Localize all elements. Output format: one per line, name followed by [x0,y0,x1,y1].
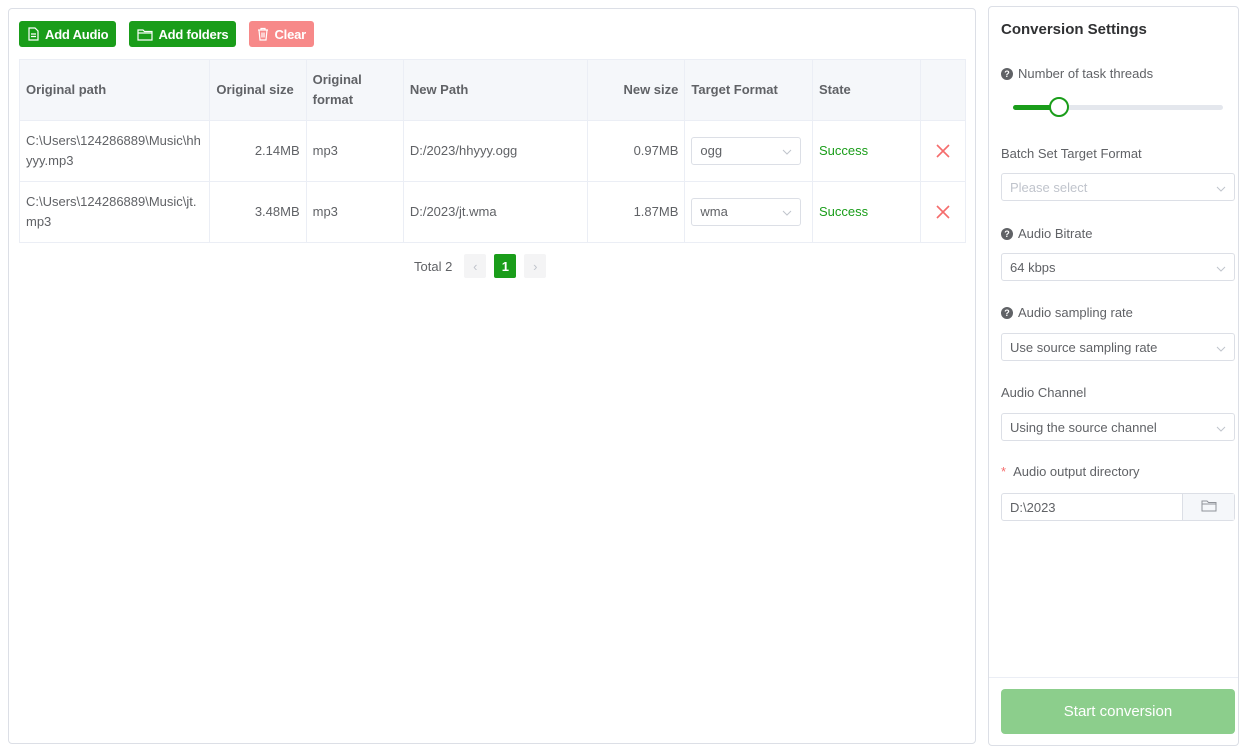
bitrate-select[interactable]: 64 kbps [1001,253,1235,281]
channel-value: Using the source channel [1010,419,1157,435]
question-icon[interactable]: ? [1001,306,1013,319]
target-format-select[interactable]: ogg [691,137,802,165]
original-path-cell: C:\Users\124286889\Music\hhyyy.mp3 [18,120,211,182]
folder-open-icon [1201,499,1217,515]
channel-label-text: Audio Channel [1001,385,1087,400]
clear-button[interactable]: Clear [249,21,314,47]
table-row: C:\Users\124286889\Music\hhyyy.mp3 2.14M… [18,120,966,182]
chevron-right-icon: › [533,258,538,274]
chevron-down-icon [1216,340,1226,355]
original-size-cell: 2.14MB [209,120,307,182]
next-page-button[interactable]: › [524,254,547,278]
column-header-actions [920,59,966,121]
table-row: C:\Users\124286889\Music\jt.mp3 3.48MB m… [18,181,966,243]
bitrate-label-text: Audio Bitrate [1018,226,1093,241]
target-format-value: wma [700,204,728,219]
question-icon[interactable]: ? [1001,227,1013,240]
chevron-left-icon: ‹ [473,258,478,274]
column-header-original-size: Original size [209,59,307,121]
threads-label-text: Number of task threads [1018,66,1154,81]
batch-format-select[interactable]: Please select [1001,173,1235,201]
original-format-cell: mp3 [305,120,404,182]
chevron-down-icon [782,202,792,222]
target-format-value: ogg [700,143,723,158]
target-format-cell: ogg [684,120,813,182]
settings-panel: Conversion Settings ? Number of task thr… [988,6,1239,746]
original-format-cell: mp3 [305,181,404,243]
trash-icon [257,27,269,41]
actions-cell [920,181,966,243]
add-audio-button[interactable]: Add Audio [19,21,117,47]
column-header-original-format: Original format [305,59,404,121]
sampling-value: Use source sampling rate [1010,339,1158,355]
add-folders-button[interactable]: Add folders [129,21,237,47]
chevron-down-icon [1216,180,1226,195]
bitrate-label: ? Audio Bitrate [1001,226,1092,241]
column-header-new-path: New Path [402,59,589,121]
settings-title: Conversion Settings [1001,21,1147,38]
new-path-cell: D:/2023/jt.wma [402,181,589,243]
pagination: Total 2 ‹ 1 › [414,254,547,278]
question-icon[interactable]: ? [1001,67,1013,80]
start-conversion-button[interactable]: Start conversion [1001,689,1235,734]
browse-folder-button[interactable] [1182,494,1234,520]
add-audio-label: Add Audio [45,26,109,42]
column-header-new-size: New size [587,59,686,121]
threads-label: ? Number of task threads [1001,66,1153,81]
actions-cell [920,120,966,182]
page-number-button[interactable]: 1 [494,254,517,278]
channel-select[interactable]: Using the source channel [1001,413,1235,441]
clear-label: Clear [274,26,306,42]
batch-format-label: Batch Set Target Format [1001,146,1142,161]
batch-format-placeholder: Please select [1010,179,1088,195]
new-size-cell: 0.97MB [587,120,686,182]
column-header-state: State [811,59,922,121]
original-path-cell: C:\Users\124286889\Music\jt.mp3 [18,181,211,243]
prev-page-button[interactable]: ‹ [464,254,487,278]
channel-label: Audio Channel [1001,385,1086,400]
chevron-down-icon [1216,420,1226,435]
sampling-label: ? Audio sampling rate [1001,305,1133,320]
file-table: Original path Original size Original for… [18,59,966,243]
footer-divider [989,677,1238,678]
state-cell: Success [811,181,922,243]
threads-slider[interactable] [1013,97,1223,117]
add-folders-label: Add folders [158,26,229,42]
sampling-label-text: Audio sampling rate [1018,305,1133,320]
required-marker: * [1001,464,1007,479]
bitrate-value: 64 kbps [1010,259,1056,275]
output-dir-label: * Audio output directory [1001,464,1140,479]
delete-icon[interactable] [927,144,959,158]
sampling-select[interactable]: Use source sampling rate [1001,333,1235,361]
output-dir-label-text: Audio output directory [1013,464,1140,479]
new-path-cell: D:/2023/hhyyy.ogg [402,120,589,182]
chevron-down-icon [782,141,792,161]
new-size-cell: 1.87MB [587,181,686,243]
folder-icon [137,28,154,41]
pagination-total: Total 2 [414,258,453,274]
delete-icon[interactable] [927,205,959,219]
column-header-original-path: Original path [18,59,211,121]
file-list-panel: Add Audio Add folders Clear Original pat… [8,8,976,744]
output-dir-input[interactable]: D:\2023 [1001,493,1235,521]
state-cell: Success [811,120,922,182]
batch-format-label-text: Batch Set Target Format [1001,146,1142,161]
target-format-cell: wma [684,181,813,243]
column-header-target-format: Target Format [684,59,813,121]
table-header-row: Original path Original size Original for… [18,59,966,121]
chevron-down-icon [1216,260,1226,275]
toolbar: Add Audio Add folders Clear [19,21,314,47]
file-icon [27,27,40,41]
target-format-select[interactable]: wma [691,198,802,226]
original-size-cell: 3.48MB [209,181,307,243]
slider-thumb[interactable] [1049,97,1069,117]
output-dir-value[interactable]: D:\2023 [1002,494,1182,520]
